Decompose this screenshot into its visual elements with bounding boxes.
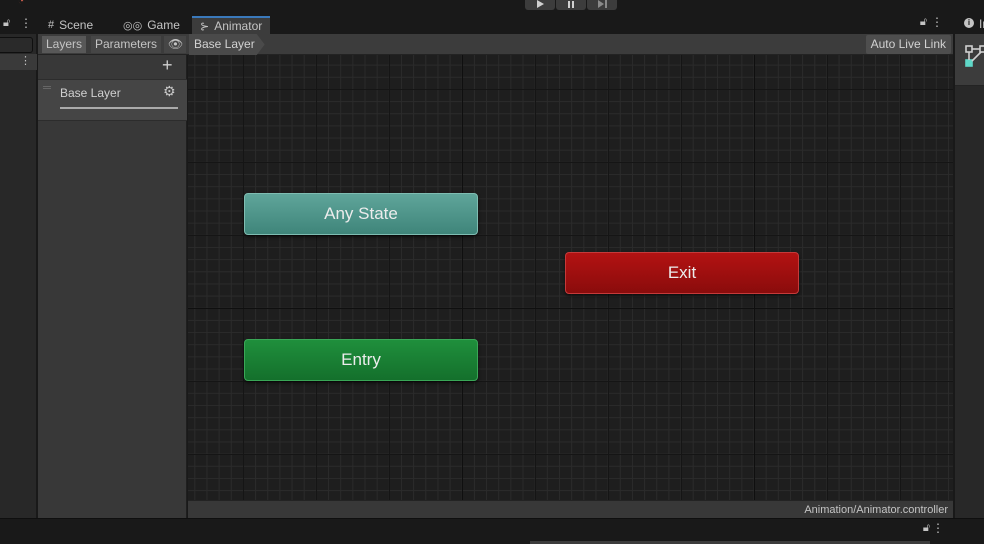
gear-icon[interactable]: ⚙: [163, 83, 176, 100]
step-button[interactable]: [587, 0, 617, 10]
scene-header-row[interactable]: ⋮: [0, 54, 37, 70]
lock-icon[interactable]: 🔓︎: [3, 17, 10, 30]
kebab-menu-icon[interactable]: ⋮: [20, 54, 31, 67]
hierarchy-tab-row: 🔓︎ ⋮: [0, 14, 36, 34]
collab-icon[interactable]: ◔: [18, 0, 34, 8]
any-state-node[interactable]: Any State: [244, 193, 478, 235]
tab-label: Scene: [59, 18, 94, 32]
hierarchy-panel: 🔓︎ ⋮ ⋮: [0, 14, 37, 518]
controller-path: Animation/Animator.controller: [804, 504, 948, 516]
tab-scene[interactable]: # Scene: [40, 16, 101, 34]
parameters-tab-button[interactable]: Parameters: [91, 36, 162, 53]
kebab-menu-icon[interactable]: ⋮: [931, 15, 943, 29]
tab-label: In: [979, 17, 984, 31]
inspector-header: [955, 34, 984, 86]
center-tab-bar: # Scene ◎◎ Game ⊱ Animator 🔓︎ ⋮: [38, 14, 953, 34]
animator-toolbar: Layers Parameters 👁︎ Base Layer Auto Liv…: [38, 34, 953, 55]
tab-label: Game: [147, 18, 180, 32]
hierarchy-search-input[interactable]: [0, 37, 33, 53]
drag-handle-icon[interactable]: [43, 86, 51, 89]
layers-panel: + Base Layer ⚙: [38, 55, 187, 518]
animator-icon: ⊱: [200, 20, 210, 33]
eye-icon: 👁︎: [168, 37, 184, 51]
bottom-panel: 🔓︎ ⋮: [0, 518, 984, 544]
layer-weight-slider[interactable]: [60, 107, 178, 109]
layers-tab-button[interactable]: Layers: [42, 36, 87, 53]
gamepad-icon: ◎◎: [123, 19, 143, 32]
step-icon: [597, 0, 607, 8]
eye-toggle-button[interactable]: 👁︎: [164, 36, 186, 53]
kebab-menu-icon[interactable]: ⋮: [20, 16, 32, 30]
inspector-panel: i In: [954, 14, 984, 518]
grid-icon: #: [48, 19, 55, 31]
layer-item-base[interactable]: Base Layer ⚙: [38, 79, 187, 121]
info-icon: i: [964, 18, 974, 28]
main-toolbar: ◔: [0, 0, 984, 14]
entry-node[interactable]: Entry: [244, 339, 478, 381]
pause-button[interactable]: [556, 0, 586, 10]
lock-icon[interactable]: 🔓︎: [920, 16, 927, 29]
tab-label: Animator: [214, 19, 263, 33]
layer-name: Base Layer: [60, 86, 121, 100]
tab-inspector[interactable]: i In: [955, 14, 984, 34]
state-machine-graph[interactable]: Any State Exit Entry: [188, 55, 953, 500]
play-icon: [536, 0, 544, 8]
pause-icon: [568, 0, 574, 8]
kebab-menu-icon[interactable]: ⋮: [932, 521, 944, 535]
exit-node[interactable]: Exit: [565, 252, 799, 294]
tab-game[interactable]: ◎◎ Game: [115, 16, 188, 34]
tab-animator[interactable]: ⊱ Animator: [192, 16, 271, 34]
graph-status-bar: Animation/Animator.controller: [188, 500, 953, 518]
plus-icon[interactable]: +: [162, 56, 173, 74]
breadcrumb[interactable]: Base Layer: [189, 34, 265, 55]
state-machine-icon: [965, 45, 984, 67]
playmode-controls: [525, 0, 617, 10]
lock-icon[interactable]: 🔓︎: [923, 522, 930, 535]
play-button[interactable]: [525, 0, 555, 10]
auto-live-link-button[interactable]: Auto Live Link: [865, 35, 951, 54]
